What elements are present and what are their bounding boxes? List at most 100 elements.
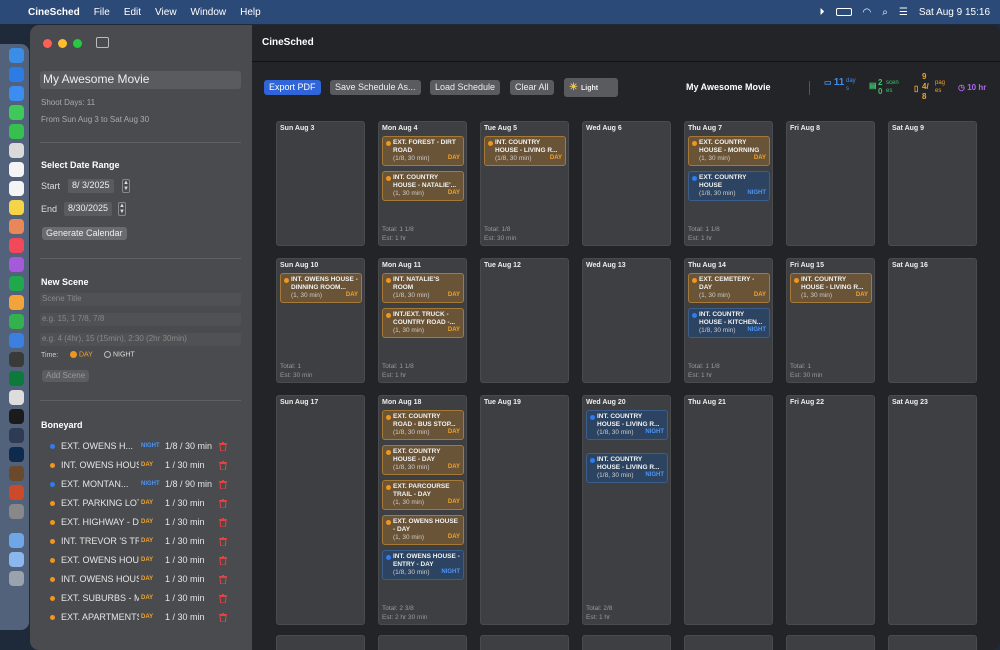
night-radio[interactable]: NIGHT <box>104 351 135 358</box>
end-date-field[interactable]: 8/30/2025 <box>64 202 113 216</box>
contacts-icon[interactable] <box>9 143 24 158</box>
app-icon-9[interactable] <box>9 504 24 519</box>
calendar-day[interactable]: Thu Aug 7 EXT. COUNTRY HOUSE - MORNING (1,… <box>684 121 773 246</box>
calendar-day[interactable] <box>276 635 365 650</box>
calendar-day[interactable]: Tue Aug 19 <box>480 395 569 625</box>
calendar-day[interactable] <box>480 635 569 650</box>
app-icon-5[interactable] <box>9 409 24 424</box>
menu-help[interactable]: Help <box>240 7 261 18</box>
calendar-day[interactable]: Sat Aug 23 <box>888 395 977 625</box>
scene-card[interactable]: EXT. COUNTRY HOUSE - DAY (1/8, 30 min) DAY <box>382 445 464 475</box>
menu-app-name[interactable]: CineSched <box>28 7 80 18</box>
movie-title-field[interactable]: My Awesome Movie <box>40 71 241 89</box>
trash-icon[interactable] <box>9 571 24 586</box>
add-scene-button[interactable]: Add Scene <box>42 370 90 382</box>
menu-window[interactable]: Window <box>191 7 227 18</box>
notes-icon[interactable] <box>9 200 24 215</box>
minimize-button[interactable] <box>58 39 67 48</box>
scene-card[interactable]: INT. COUNTRY HOUSE - LIVING R... (1/8, 30… <box>586 453 668 483</box>
scene-card[interactable]: INT. COUNTRY HOUSE - LIVING R... (1, 30 m… <box>790 273 872 303</box>
load-schedule-button[interactable]: Load Schedule <box>430 80 501 95</box>
facetime-icon[interactable] <box>9 124 24 139</box>
scene-card[interactable]: EXT. CEMETERY - DAY (1, 30 min) DAY <box>688 273 770 303</box>
app-icon-2[interactable] <box>9 352 24 367</box>
light-mode-button[interactable]: ☀ Light <box>564 78 618 97</box>
photoshop-icon[interactable] <box>9 447 24 462</box>
messages-icon[interactable] <box>9 105 24 120</box>
start-date-field[interactable]: 8/ 3/2025 <box>68 179 114 193</box>
scene-card[interactable]: EXT. FOREST - DIRT ROAD (1/8, 30 min) DAY <box>382 136 464 166</box>
scene-card[interactable]: INT. COUNTRY HOUSE - KITCHEN... (1/8, 30 … <box>688 308 770 338</box>
trash-icon[interactable] <box>219 441 227 451</box>
scene-card[interactable]: INT. COUNTRY HOUSE - NATALIE'... (1, 30 m… <box>382 171 464 201</box>
calendar-day[interactable]: Wed Aug 20 INT. COUNTRY HOUSE - LIVING R.… <box>582 395 671 625</box>
sidebar-toggle-icon[interactable] <box>96 37 109 48</box>
search-icon[interactable]: ⌕ <box>882 7 888 18</box>
calendar-day[interactable]: Fri Aug 8 <box>786 121 875 246</box>
day-radio[interactable]: DAY <box>70 351 93 358</box>
scene-card[interactable]: EXT. COUNTRY HOUSE - MORNING (1, 30 min) D… <box>688 136 770 166</box>
calendar-day[interactable] <box>888 635 977 650</box>
boneyard-item[interactable]: EXT. MONTAN... NIGHT 1/8 / 90 min <box>50 477 240 491</box>
boneyard-item[interactable]: INT. OWENS HOUS...DAY 1 / 30 min <box>50 458 240 472</box>
boneyard-item[interactable]: INT. TREVOR 'S TR...DAY 1 / 30 min <box>50 534 240 548</box>
calendar-day[interactable]: Mon Aug 18 EXT. COUNTRY ROAD - BUS STOP..… <box>378 395 467 625</box>
boneyard-item[interactable]: EXT. OWENS H... NIGHT 1/8 / 30 min <box>50 439 240 453</box>
boneyard-item[interactable]: INT. OWENS HOUS...DAY 1 / 30 min <box>50 572 240 586</box>
trash-icon[interactable] <box>219 498 227 508</box>
trash-icon[interactable] <box>219 517 227 527</box>
trash-icon[interactable] <box>219 612 227 622</box>
play-icon[interactable]: ⏵ <box>820 7 825 18</box>
pages-input[interactable]: e.g. 15, 1 7/8, 7/8 <box>40 313 241 326</box>
photos-icon[interactable] <box>9 219 24 234</box>
menu-file[interactable]: File <box>94 7 110 18</box>
numbers-icon[interactable] <box>9 314 24 329</box>
app-icon-1[interactable] <box>9 276 24 291</box>
app-icon-4[interactable] <box>9 390 24 405</box>
calendar-day[interactable]: Thu Aug 21 <box>684 395 773 625</box>
app-icon-8[interactable] <box>9 485 24 500</box>
calendar-day[interactable] <box>684 635 773 650</box>
calendar-day[interactable]: Sat Aug 9 <box>888 121 977 246</box>
calendar-icon[interactable] <box>9 162 24 177</box>
music-icon[interactable] <box>9 238 24 253</box>
calendar-day[interactable]: Tue Aug 5 INT. COUNTRY HOUSE - LIVING R..… <box>480 121 569 246</box>
trash-icon[interactable] <box>219 574 227 584</box>
scene-title-input[interactable]: Scene Title <box>40 293 241 306</box>
calendar-day[interactable]: Tue Aug 12 <box>480 258 569 383</box>
calendar-day[interactable]: Sun Aug 10 INT. OWENS HOUSE - DINNING ROO… <box>276 258 365 383</box>
duration-input[interactable]: e.g. 4 (4hr), 15 (15min), 2:30 (2hr 30mi… <box>40 333 241 346</box>
calendar-day[interactable]: Sun Aug 3 <box>276 121 365 246</box>
scene-card[interactable]: EXT. COUNTRY ROAD - BUS STOP... (1/8, 30 … <box>382 410 464 440</box>
calendar-day[interactable]: Wed Aug 13 <box>582 258 671 383</box>
app-icon-7[interactable] <box>9 466 24 481</box>
downloads-icon[interactable] <box>9 533 24 548</box>
calendar-day[interactable] <box>786 635 875 650</box>
scene-card[interactable]: INT. NATALIE'S ROOM (1/8, 30 min) DAY <box>382 273 464 303</box>
save-schedule-button[interactable]: Save Schedule As... <box>330 80 421 95</box>
app-icon-3[interactable] <box>9 371 24 386</box>
zoom-button[interactable] <box>73 39 82 48</box>
scene-card[interactable]: EXT. COUNTRY HOUSE (1/8, 30 min) NIGHT <box>688 171 770 201</box>
scene-card[interactable]: EXT. OWENS HOUSE - DAY (1, 30 min) DAY <box>382 515 464 545</box>
menu-edit[interactable]: Edit <box>124 7 141 18</box>
scene-card[interactable]: INT. COUNTRY HOUSE - LIVING R... (1/8, 30… <box>586 410 668 440</box>
scene-card[interactable]: INT. COUNTRY HOUSE - LIVING R... (1/8, 30… <box>484 136 566 166</box>
trash-icon[interactable] <box>219 555 227 565</box>
boneyard-item[interactable]: EXT. PARKING LOT...DAY 1 / 30 min <box>50 496 240 510</box>
boneyard-item[interactable]: EXT. SUBURBS - M...DAY 1 / 30 min <box>50 591 240 605</box>
calendar-day[interactable]: Fri Aug 22 <box>786 395 875 625</box>
calendar-day[interactable]: Sun Aug 17 <box>276 395 365 625</box>
app-icon-6[interactable] <box>9 428 24 443</box>
end-date-stepper[interactable]: ▲ ▼ <box>118 202 126 216</box>
menu-clock[interactable]: Sat Aug 9 15:16 <box>919 7 990 18</box>
boneyard-item[interactable]: EXT. APARTMENTS...DAY 1 / 30 min <box>50 610 240 624</box>
calendar-day[interactable]: Wed Aug 6 <box>582 121 671 246</box>
keynote-icon[interactable] <box>9 333 24 348</box>
finder-icon[interactable] <box>9 48 24 63</box>
start-date-stepper[interactable]: ▲ ▼ <box>122 179 130 193</box>
trash-icon[interactable] <box>219 479 227 489</box>
trash-icon[interactable] <box>219 593 227 603</box>
calendar-day[interactable]: Sat Aug 16 <box>888 258 977 383</box>
pages-icon[interactable] <box>9 295 24 310</box>
